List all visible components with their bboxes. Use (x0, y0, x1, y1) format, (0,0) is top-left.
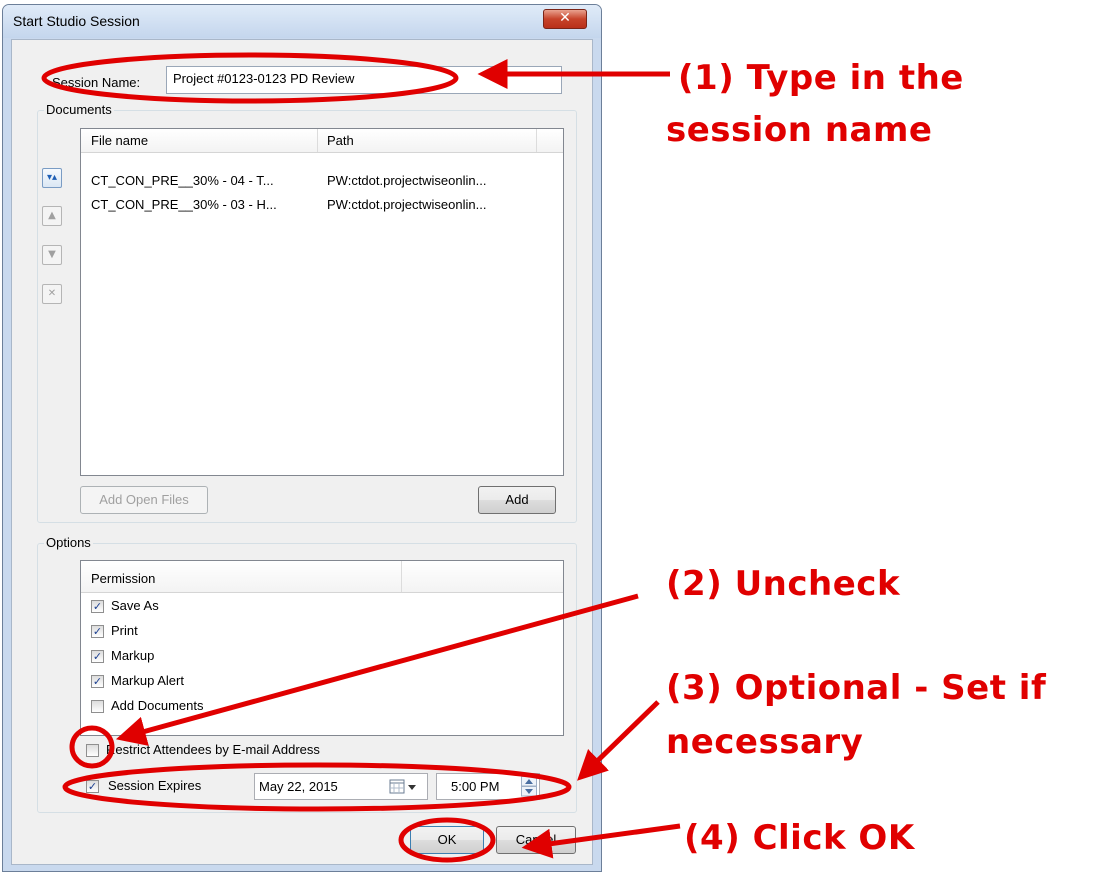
session-expires-checkbox[interactable]: ✓ (86, 780, 99, 793)
restrict-attendees-label: Restrict Attendees by E-mail Address (106, 742, 320, 757)
documents-list-header: File name Path (81, 129, 563, 153)
close-icon: ✕ (559, 10, 571, 26)
permission-label: Add Documents (111, 698, 204, 713)
column-permission[interactable]: Permission (91, 571, 155, 586)
session-name-label: Session Name: (52, 75, 141, 90)
annotation-step4: (4) Click OK (684, 818, 915, 858)
documents-group-label: Documents (44, 102, 114, 117)
options-group-label: Options (44, 535, 93, 550)
spinner-arrows-icon[interactable] (521, 776, 537, 797)
session-expires-label: Session Expires (108, 778, 202, 793)
column-file-name[interactable]: File name (91, 133, 148, 148)
remove-document-button[interactable]: ✕ (42, 284, 62, 304)
move-to-top-icon: ▾▴ (46, 172, 58, 183)
permission-label: Markup Alert (111, 673, 184, 688)
window-title: Start Studio Session (13, 13, 140, 29)
expiry-date-picker[interactable]: May 22, 2015 (254, 773, 428, 800)
move-up-button[interactable]: ▲ (42, 206, 62, 226)
annotation-step3-line1: (3) Optional - Set if (666, 668, 1047, 708)
file-name-cell: CT_CON_PRE__30% - 03 - H... (91, 197, 277, 212)
permission-label: Markup (111, 648, 155, 663)
calendar-icon[interactable] (389, 778, 419, 796)
permission-label: Save As (111, 598, 159, 613)
expiry-date-value: May 22, 2015 (259, 779, 338, 794)
permission-checkbox[interactable]: ✓ (91, 650, 104, 663)
move-down-button[interactable]: ▼ (42, 245, 62, 265)
annotation-step1-line1: (1) Type in the (678, 58, 964, 98)
title-bar[interactable]: Start Studio Session ✕ (3, 5, 601, 38)
add-button[interactable]: Add (478, 486, 556, 514)
expiry-time-spinner[interactable]: 5:00 PM (436, 773, 540, 800)
permission-checkbox[interactable]: ✓ (91, 600, 104, 613)
file-name-cell: CT_CON_PRE__30% - 04 - T... (91, 173, 274, 188)
arrow-up-icon: ▲ (48, 210, 56, 221)
cancel-button[interactable]: Cancel (496, 826, 576, 854)
permission-checkbox[interactable]: ✓ (91, 625, 104, 638)
arrow-down-icon: ▼ (48, 249, 56, 260)
annotation-step3-line2: necessary (666, 722, 864, 762)
permissions-list-header: Permission (81, 561, 563, 593)
permission-checkbox[interactable]: ✓ (91, 675, 104, 688)
annotation-step2: (2) Uncheck (666, 564, 901, 604)
path-cell: PW:ctdot.projectwiseonlin... (327, 173, 487, 188)
restrict-attendees-checkbox[interactable] (86, 744, 99, 757)
ok-button[interactable]: OK (410, 826, 484, 854)
close-button[interactable]: ✕ (543, 9, 587, 29)
documents-list[interactable]: File name Path CT_CON_PRE__30% - 04 - T.… (80, 128, 564, 476)
add-open-files-button[interactable]: Add Open Files (80, 486, 208, 514)
session-name-input[interactable]: Project #0123-0123 PD Review (166, 66, 562, 94)
column-path[interactable]: Path (327, 133, 354, 148)
move-to-top-button[interactable]: ▾▴ (42, 168, 62, 188)
permission-label: Print (111, 623, 138, 638)
annotation-step1-line2: session name (666, 110, 933, 150)
path-cell: PW:ctdot.projectwiseonlin... (327, 197, 487, 212)
remove-icon: ✕ (47, 288, 57, 299)
expiry-time-value: 5:00 PM (451, 779, 500, 794)
permission-checkbox[interactable] (91, 700, 104, 713)
